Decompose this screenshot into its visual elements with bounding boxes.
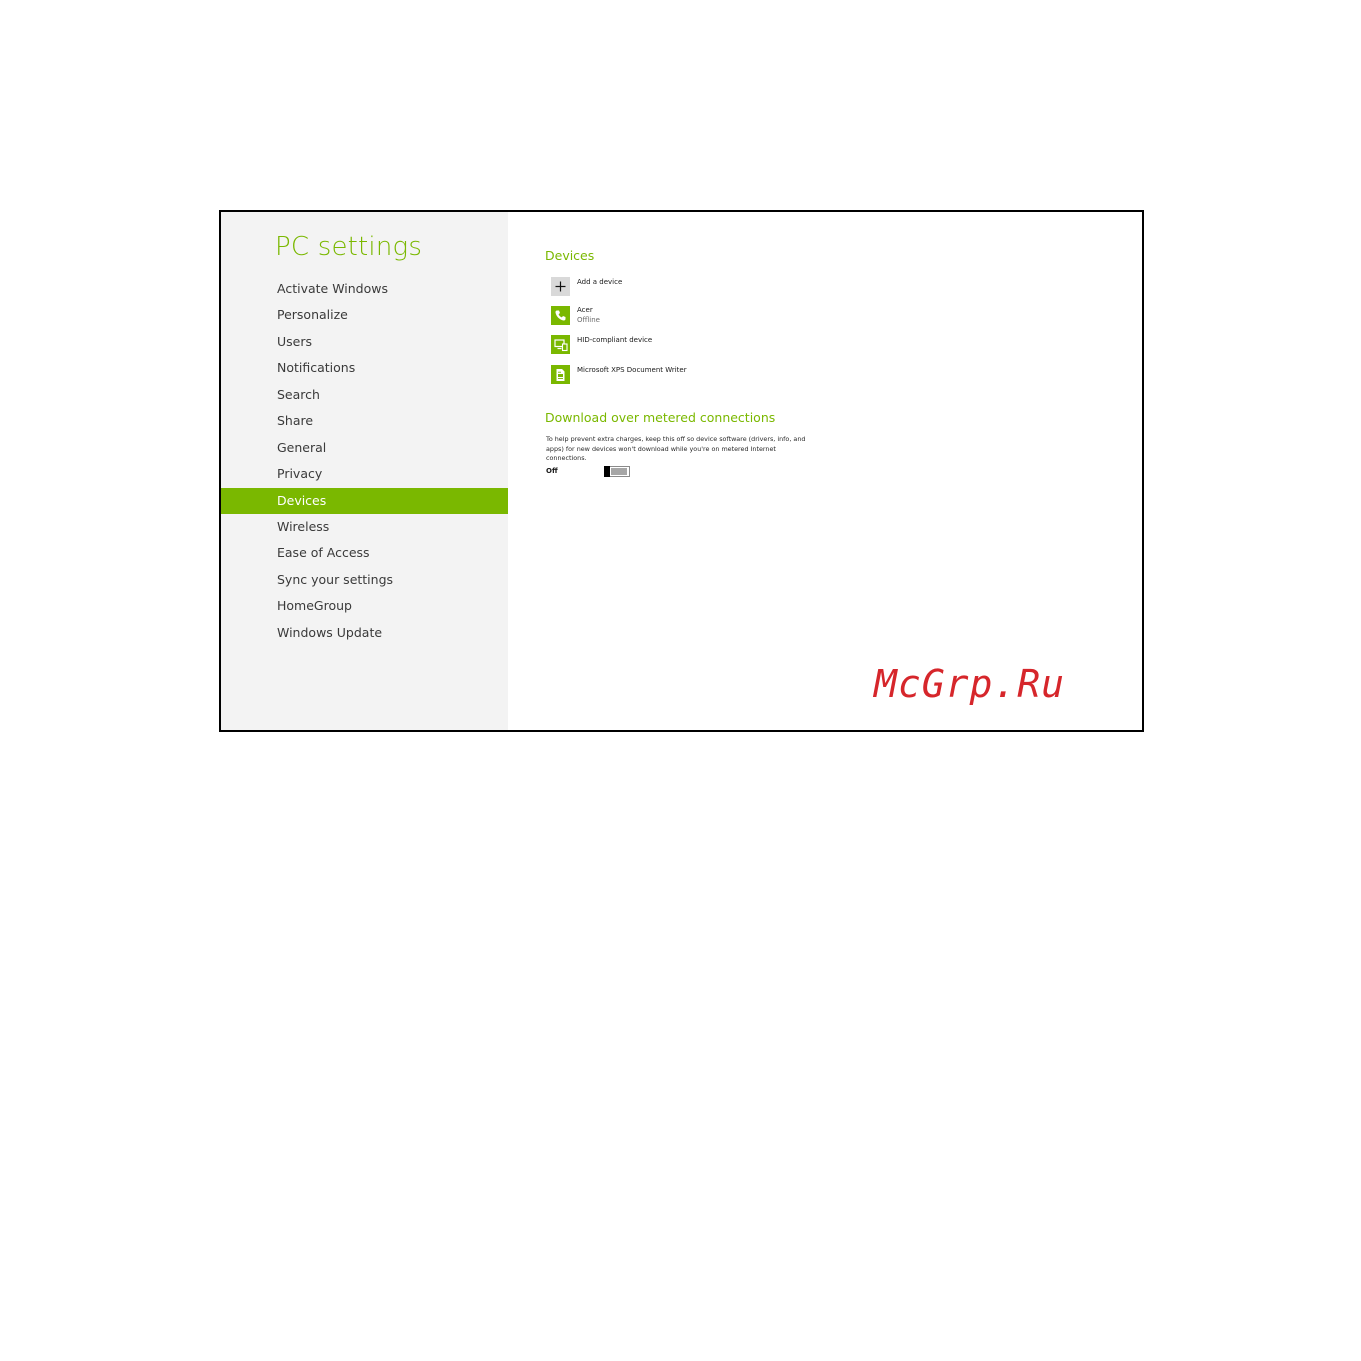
devices-heading: Devices [545, 248, 595, 263]
sidebar-item-privacy[interactable]: Privacy [221, 461, 508, 487]
sidebar-item-devices[interactable]: Devices [221, 487, 508, 514]
metered-heading: Download over metered connections [545, 410, 776, 425]
content-pane: Devices Add a device Acer Offline HID-co… [508, 212, 1142, 730]
page-title: PC settings [275, 232, 423, 262]
add-device-button[interactable]: Add a device [551, 277, 851, 299]
sidebar-item-sync-your-settings[interactable]: Sync your settings [221, 567, 508, 593]
device-status: Offline [577, 316, 600, 324]
monitor-device-icon [551, 335, 570, 354]
sidebar-item-search[interactable]: Search [221, 382, 508, 408]
device-item-acer[interactable]: Acer Offline [551, 306, 851, 328]
toggle-track [611, 468, 627, 475]
phone-icon [551, 306, 570, 325]
metered-description: To help prevent extra charges, keep this… [546, 435, 806, 462]
sidebar-item-homegroup[interactable]: HomeGroup [221, 593, 508, 619]
sidebar-item-general[interactable]: General [221, 435, 508, 461]
sidebar: PC settings Activate Windows Personalize… [221, 212, 508, 730]
sidebar-item-personalize[interactable]: Personalize [221, 302, 508, 328]
add-device-label: Add a device [577, 278, 623, 286]
metered-toggle-label: Off [546, 467, 558, 475]
device-name: Microsoft XPS Document Writer [577, 366, 687, 374]
sidebar-nav: Activate Windows Personalize Users Notif… [221, 276, 508, 646]
sidebar-item-notifications[interactable]: Notifications [221, 355, 508, 381]
sidebar-item-share[interactable]: Share [221, 408, 508, 434]
device-item-xps-writer[interactable]: Microsoft XPS Document Writer [551, 365, 851, 387]
document-printer-icon [551, 365, 570, 384]
device-item-hid[interactable]: HID-compliant device [551, 335, 851, 357]
metered-toggle-switch[interactable] [604, 466, 630, 477]
sidebar-item-ease-of-access[interactable]: Ease of Access [221, 540, 508, 566]
sidebar-item-activate-windows[interactable]: Activate Windows [221, 276, 508, 302]
sidebar-item-wireless[interactable]: Wireless [221, 514, 508, 540]
pc-settings-window: PC settings Activate Windows Personalize… [219, 210, 1144, 732]
page: PC settings Activate Windows Personalize… [0, 0, 1361, 1361]
sidebar-item-users[interactable]: Users [221, 329, 508, 355]
sidebar-item-windows-update[interactable]: Windows Update [221, 620, 508, 646]
device-name: Acer [577, 306, 593, 314]
toggle-thumb[interactable] [604, 466, 610, 477]
plus-icon [551, 277, 570, 296]
watermark: McGrp.Ru [874, 662, 1066, 706]
device-name: HID-compliant device [577, 336, 653, 344]
